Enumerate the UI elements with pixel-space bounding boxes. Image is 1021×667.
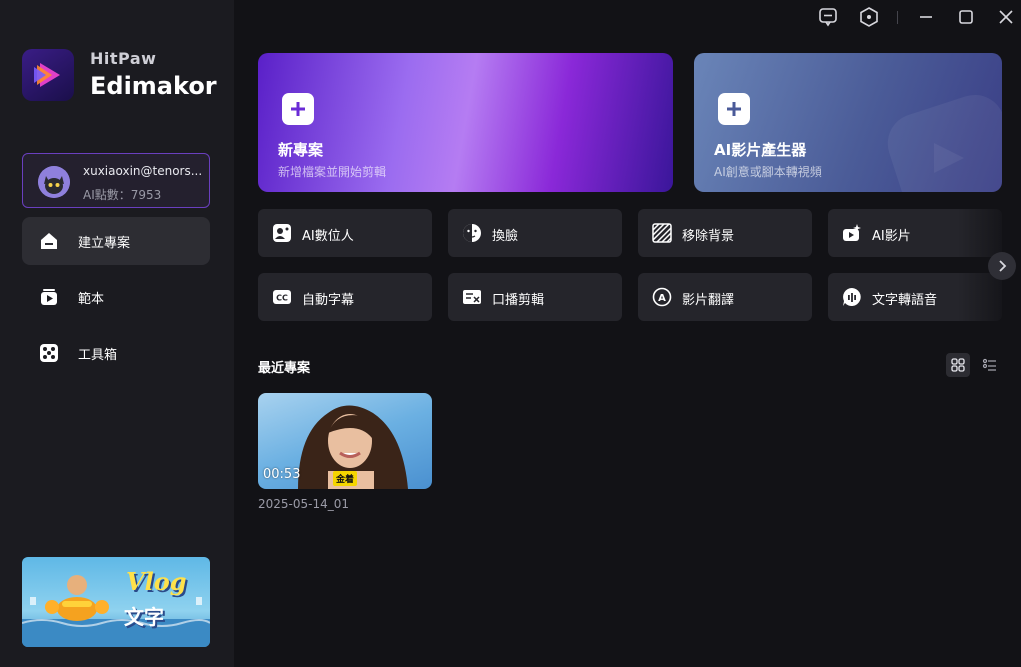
- tool-label: 口播剪輯: [492, 293, 545, 308]
- tool-label: AI數位人: [302, 229, 354, 244]
- promo-banner[interactable]: Vlog 文字: [22, 557, 210, 647]
- home-icon: [41, 233, 57, 249]
- sidebar: HitPaw Edimakor xuxiaoxin@tenors... AI點數…: [0, 0, 234, 667]
- tool-ai-video[interactable]: AI影片: [828, 209, 1002, 257]
- grid-icon: [951, 358, 965, 372]
- tool-text-to-speech[interactable]: 文字轉語音: [828, 273, 1002, 321]
- tool-label: 換臉: [492, 229, 519, 244]
- chevron-right-icon: [999, 260, 1007, 272]
- tool-label: 文字轉語音: [872, 293, 938, 308]
- ai-points: AI點數：7953: [83, 188, 162, 202]
- svg-text:A: A: [658, 293, 666, 304]
- new-project-title: 新專案: [278, 141, 324, 159]
- tool-remove-background[interactable]: 移除背景: [638, 209, 812, 257]
- tool-label: 影片翻譯: [682, 293, 735, 308]
- ai-video-subtitle: AI創意或腳本轉視頻: [714, 165, 822, 179]
- face-swap-icon: [463, 224, 481, 242]
- template-icon: [41, 289, 57, 305]
- talk-edit-icon: [463, 290, 481, 304]
- titlebar-divider: [897, 11, 898, 24]
- new-project-card[interactable]: 新專案 新增檔案並開始剪輯: [258, 53, 673, 192]
- list-view-button[interactable]: [978, 353, 1002, 377]
- brand-name: Edimakor: [90, 72, 217, 100]
- sidebar-item-label: 建立專案: [78, 236, 131, 251]
- promo-title: Vlog: [126, 567, 187, 596]
- recent-projects-title: 最近專案: [258, 361, 311, 376]
- plus-icon: [718, 93, 750, 125]
- remove-bg-icon: [652, 223, 672, 243]
- project-thumbnail[interactable]: 00:53 金着: [258, 393, 432, 489]
- minimize-icon[interactable]: [915, 6, 937, 28]
- brand-name-small: HitPaw: [90, 49, 157, 68]
- sidebar-item-toolbox[interactable]: 工具箱: [22, 329, 210, 377]
- ai-video-generator-card[interactable]: AI影片產生器 AI創意或腳本轉視頻: [694, 53, 1002, 192]
- sidebar-item-create-project[interactable]: 建立專案: [22, 217, 210, 265]
- svg-text:CC: CC: [276, 294, 288, 303]
- close-icon[interactable]: [995, 6, 1017, 28]
- avatar: [38, 166, 70, 198]
- tts-icon: [843, 288, 861, 306]
- account-email: xuxiaoxin@tenors...: [83, 164, 203, 178]
- translate-icon: A: [652, 287, 672, 307]
- sidebar-item-label: 範本: [78, 292, 105, 307]
- ai-video-title: AI影片產生器: [714, 141, 807, 159]
- maximize-icon[interactable]: [955, 6, 977, 28]
- tool-label: 自動字幕: [302, 293, 355, 308]
- digital-human-icon: [273, 224, 291, 242]
- list-icon: [982, 358, 996, 371]
- new-project-subtitle: 新增檔案並開始剪輯: [278, 165, 387, 179]
- grid-view-button[interactable]: [946, 353, 970, 377]
- settings-hex-icon[interactable]: [858, 6, 880, 28]
- plus-icon: [282, 93, 314, 125]
- toolbox-icon: [40, 344, 58, 362]
- sidebar-item-label: 工具箱: [78, 348, 118, 363]
- tool-ai-digital-human[interactable]: AI數位人: [258, 209, 432, 257]
- cc-icon: CC: [273, 290, 291, 304]
- account-card[interactable]: xuxiaoxin@tenors... AI點數：7953: [22, 153, 210, 208]
- tool-auto-subtitles[interactable]: CC 自動字幕: [258, 273, 432, 321]
- ai-video-icon: [843, 224, 861, 241]
- tool-talking-edit[interactable]: 口播剪輯: [448, 273, 622, 321]
- sidebar-item-templates[interactable]: 範本: [22, 273, 210, 321]
- promo-subtitle: 文字: [124, 605, 164, 629]
- tool-video-translate[interactable]: A 影片翻譯: [638, 273, 812, 321]
- app-logo: [22, 49, 74, 101]
- thumbnail-badge: 金着: [333, 471, 358, 486]
- tool-face-swap[interactable]: 換臉: [448, 209, 622, 257]
- feedback-icon[interactable]: [817, 6, 839, 28]
- tools-next-button[interactable]: [988, 252, 1016, 280]
- tool-label: 移除背景: [682, 229, 735, 244]
- tool-label: AI影片: [872, 229, 911, 244]
- project-duration: 00:53: [263, 467, 301, 482]
- project-name: 2025-05-14_01: [258, 497, 350, 511]
